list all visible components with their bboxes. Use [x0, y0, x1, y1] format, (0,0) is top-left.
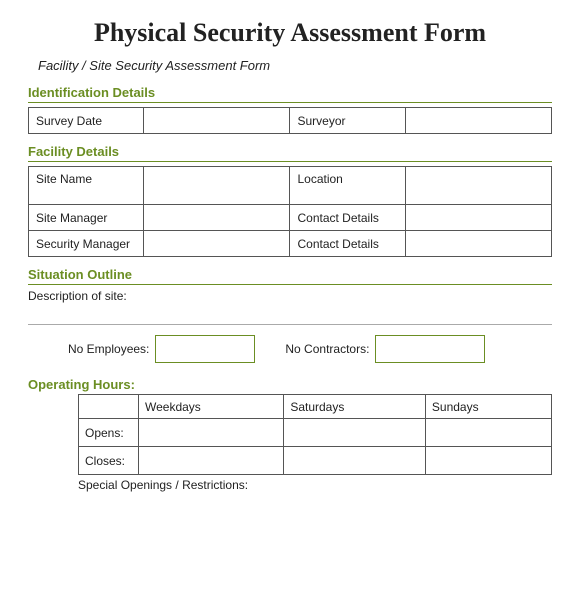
subtitle: Facility / Site Security Assessment Form — [38, 58, 552, 73]
sundays-header: Sundays — [425, 395, 551, 419]
closes-sundays[interactable] — [425, 447, 551, 475]
operating-hours-table: Weekdays Saturdays Sundays Opens: Closes… — [78, 394, 552, 475]
no-contractors-label: No Contractors: — [285, 342, 369, 356]
site-name-label: Site Name — [29, 167, 144, 205]
site-manager-value[interactable] — [144, 205, 290, 231]
closes-saturdays[interactable] — [284, 447, 426, 475]
page-title: Physical Security Assessment Form — [28, 18, 552, 48]
security-manager-contact-value[interactable] — [405, 231, 551, 257]
closes-label: Closes: — [79, 447, 139, 475]
location-label: Location — [290, 167, 405, 205]
opens-weekdays[interactable] — [139, 419, 284, 447]
opens-sundays[interactable] — [425, 419, 551, 447]
site-manager-contact-label: Contact Details — [290, 205, 405, 231]
no-employees-label: No Employees: — [68, 342, 149, 356]
special-openings-label: Special Openings / Restrictions: — [78, 478, 552, 492]
no-employees-box[interactable] — [155, 335, 255, 363]
site-name-value[interactable] — [144, 167, 290, 205]
opens-label: Opens: — [79, 419, 139, 447]
identification-section-label: Identification Details — [28, 85, 552, 103]
site-manager-label: Site Manager — [29, 205, 144, 231]
surveyor-label: Surveyor — [290, 108, 405, 134]
location-value[interactable] — [405, 167, 551, 205]
op-blank-header — [79, 395, 139, 419]
security-manager-value[interactable] — [144, 231, 290, 257]
operating-hours-label: Operating Hours: — [28, 377, 552, 392]
no-contractors-box[interactable] — [375, 335, 485, 363]
security-manager-label: Security Manager — [29, 231, 144, 257]
description-line[interactable] — [28, 307, 552, 325]
situation-section-label: Situation Outline — [28, 267, 552, 285]
description-label: Description of site: — [28, 289, 552, 303]
identification-table: Survey Date Surveyor — [28, 107, 552, 134]
surveyor-value[interactable] — [405, 108, 551, 134]
facility-section-label: Facility Details — [28, 144, 552, 162]
opens-saturdays[interactable] — [284, 419, 426, 447]
weekdays-header: Weekdays — [139, 395, 284, 419]
survey-date-value[interactable] — [144, 108, 290, 134]
survey-date-label: Survey Date — [29, 108, 144, 134]
closes-weekdays[interactable] — [139, 447, 284, 475]
facility-table: Site Name Location Site Manager Contact … — [28, 166, 552, 257]
saturdays-header: Saturdays — [284, 395, 426, 419]
security-manager-contact-label: Contact Details — [290, 231, 405, 257]
site-manager-contact-value[interactable] — [405, 205, 551, 231]
